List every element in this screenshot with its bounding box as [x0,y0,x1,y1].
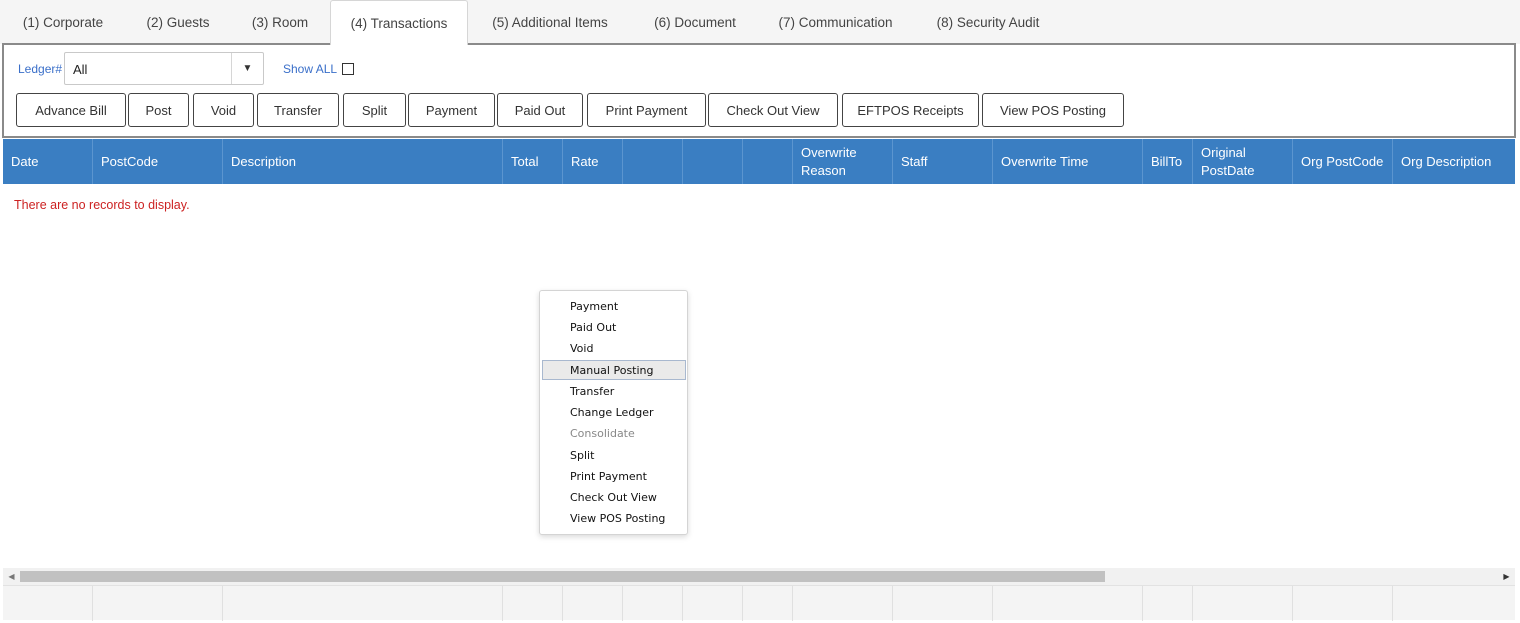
footer-cell [563,586,623,621]
column-header-rate[interactable]: Rate [563,139,623,184]
show-all-label[interactable]: Show ALL [283,62,337,76]
footer-cell [993,586,1143,621]
column-header-description[interactable]: Description [223,139,503,184]
horizontal-scrollbar[interactable]: ◀ ▶ [3,568,1515,585]
context-menu-item-check-out-view[interactable]: Check Out View [542,487,686,507]
ledger-label: Ledger# [18,62,63,76]
footer-cell [503,586,563,621]
tab-corporate[interactable]: (1) Corporate [6,0,120,44]
grid-footer [3,585,1515,621]
context-menu-item-print-payment[interactable]: Print Payment [542,466,686,486]
print-payment-button[interactable]: Print Payment [587,93,706,127]
footer-cell [1293,586,1393,621]
tab-bar: (1) Corporate (2) Guests (3) Room (4) Tr… [0,0,1520,45]
view-pos-posting-button[interactable]: View POS Posting [982,93,1124,127]
footer-cell [743,586,793,621]
column-header-blank-3[interactable] [743,139,793,184]
column-header-original-postdate[interactable]: Original PostDate [1193,139,1293,184]
grid-body[interactable]: There are no records to display. [3,184,1515,568]
column-header-blank-1[interactable] [623,139,683,184]
payment-button[interactable]: Payment [408,93,495,127]
context-menu-item-payment[interactable]: Payment [542,296,686,316]
post-button[interactable]: Post [128,93,189,127]
tab-room[interactable]: (3) Room [236,0,324,44]
tab-guests[interactable]: (2) Guests [128,0,228,44]
context-menu-item-view-pos-posting[interactable]: View POS Posting [542,508,686,528]
eftpos-receipts-button[interactable]: EFTPOS Receipts [842,93,979,127]
context-menu-item-change-ledger[interactable]: Change Ledger [542,402,686,422]
column-header-postcode[interactable]: PostCode [93,139,223,184]
footer-cell [893,586,993,621]
context-menu: Payment Paid Out Void Manual Posting Tra… [539,290,688,535]
column-header-staff[interactable]: Staff [893,139,993,184]
footer-cell [223,586,503,621]
column-header-org-postcode[interactable]: Org PostCode [1293,139,1393,184]
column-header-billto[interactable]: BillTo [1143,139,1193,184]
context-menu-item-paid-out[interactable]: Paid Out [542,317,686,337]
column-header-overwrite-reason[interactable]: Overwrite Reason [793,139,893,184]
paid-out-button[interactable]: Paid Out [497,93,583,127]
context-menu-item-consolidate: Consolidate [570,426,635,440]
footer-cell [1143,586,1193,621]
scroll-right-arrow-icon[interactable]: ▶ [1498,568,1515,585]
scroll-left-arrow-icon[interactable]: ◀ [3,568,20,585]
tab-additional-items[interactable]: (5) Additional Items [480,0,620,44]
context-menu-item-manual-posting[interactable]: Manual Posting [542,360,686,380]
footer-cell [93,586,223,621]
split-button[interactable]: Split [343,93,406,127]
footer-cell [1193,586,1293,621]
tab-communication[interactable]: (7) Communication [768,0,903,44]
chevron-down-icon[interactable]: ▼ [231,53,263,84]
scrollbar-thumb[interactable] [20,571,1105,582]
no-records-message: There are no records to display. [14,198,190,212]
column-header-overwrite-time[interactable]: Overwrite Time [993,139,1143,184]
context-menu-item-split[interactable]: Split [542,445,686,465]
show-all-checkbox[interactable] [342,63,354,75]
column-header-date[interactable]: Date [3,139,93,184]
void-button[interactable]: Void [193,93,254,127]
transactions-toolbar: Ledger# All ▼ Show ALL Advance Bill Post… [2,43,1516,138]
tab-transactions[interactable]: (4) Transactions [330,0,468,45]
column-header-blank-2[interactable] [683,139,743,184]
column-header-org-description[interactable]: Org Description [1393,139,1515,184]
transfer-button[interactable]: Transfer [257,93,339,127]
footer-cell [683,586,743,621]
footer-cell [1393,586,1515,621]
ledger-select-value: All [73,62,88,77]
tab-document[interactable]: (6) Document [640,0,750,44]
check-out-view-button[interactable]: Check Out View [708,93,838,127]
ledger-select[interactable]: All ▼ [64,52,264,85]
tab-security-audit[interactable]: (8) Security Audit [924,0,1052,44]
footer-cell [3,586,93,621]
column-header-total[interactable]: Total [503,139,563,184]
footer-cell [623,586,683,621]
context-menu-item-void[interactable]: Void [542,338,686,358]
footer-cell [793,586,893,621]
advance-bill-button[interactable]: Advance Bill [16,93,126,127]
grid-header: Date PostCode Description Total Rate Ove… [3,139,1515,184]
context-menu-item-transfer[interactable]: Transfer [542,381,686,401]
